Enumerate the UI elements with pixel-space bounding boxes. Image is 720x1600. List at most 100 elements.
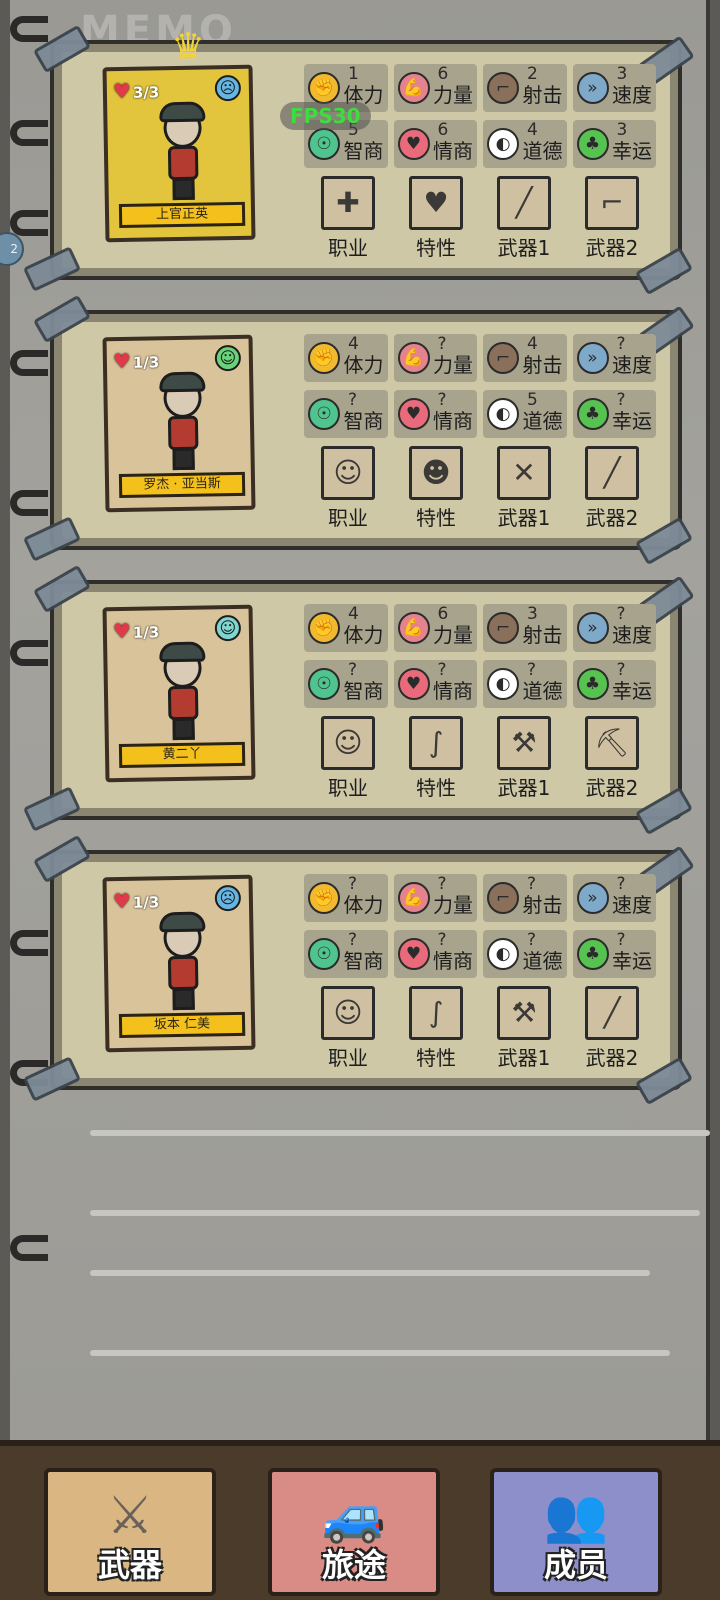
stat-clover[interactable]: ♣? 幸运 xyxy=(572,390,656,438)
notebook-ring xyxy=(10,120,48,146)
equipment-slot[interactable]: ♥ 特性 xyxy=(392,176,480,261)
clover-icon: ♣ xyxy=(576,128,609,160)
heart-icon: ♥ xyxy=(112,618,132,644)
clover-icon: ♣ xyxy=(576,398,609,430)
arm-icon: ∫ xyxy=(409,986,463,1040)
stat-flexed-bicep[interactable]: 💪 6 力量 xyxy=(393,604,477,652)
stat-brain[interactable]: ☉? 智商 xyxy=(304,930,388,978)
muscle-arm-icon: ✊ xyxy=(308,612,340,644)
equipment-slot[interactable]: ╱ 武器2 xyxy=(568,446,656,531)
stat-mask[interactable]: ◐ 5 道德 xyxy=(483,390,567,438)
equipment-label: 特性 xyxy=(416,506,456,530)
stat-pistol[interactable]: ⌐ 2 射击 xyxy=(483,64,567,112)
character-card[interactable]: ♥ 1/3 ☹ 坂本 仁美 ✊? 体力 💪? 力量 ⌐? 射击»? 速度 ☉? 智商 ♥? 情商 ◐? 道德 ♣?… xyxy=(22,834,695,1106)
character-card[interactable]: ♛ ♥ 3/3 ☹ 上官正英 ✊ 1 体力 💪 6 力量 ⌐ 2 射击» 3 速度 ☉ 5 智商 ♥ 6 情商 ◐ 4 道德 ♣ 3… xyxy=(22,25,695,296)
stat-heart[interactable]: ♥? 情商 xyxy=(393,390,477,438)
equipment-slot[interactable]: ⚒ 武器1 xyxy=(480,986,568,1071)
heart-icon: ♥ xyxy=(397,938,430,970)
stat-clover[interactable]: ♣ 3 幸运 xyxy=(572,120,656,168)
equipment-label: 职业 xyxy=(328,776,368,800)
stat-heart[interactable]: ♥ 6 情商 xyxy=(393,120,477,168)
stat-heart[interactable]: ♥? 情商 xyxy=(393,660,477,708)
mood-ok-icon: ☺ xyxy=(214,344,242,372)
equipment-slot[interactable]: ∫ 特性 xyxy=(392,986,480,1071)
muscle-arm-icon: ✊ xyxy=(308,72,340,104)
nav-weapons-button[interactable]: ⚔ 武器 xyxy=(44,1468,216,1596)
stat-speed-boot[interactable]: »? 速度 xyxy=(572,334,656,382)
stat-row: ✊ 4 体力 💪 6 力量 ⌐ 3 射击»? 速度 xyxy=(304,604,656,652)
crossbow-icon: ✕ xyxy=(497,446,551,500)
equipment-slot[interactable]: ✚ 职业 xyxy=(304,176,392,261)
heart-icon: ♥ xyxy=(397,668,430,700)
equipment-row: ☺ 职业 ☻ 特性 ✕ 武器1 ╱ 武器2 xyxy=(304,446,656,531)
flexed-bicep-icon: 💪 xyxy=(397,612,430,644)
stat-brain[interactable]: ☉? 智商 xyxy=(304,660,388,708)
stat-muscle-arm[interactable]: ✊? 体力 xyxy=(304,874,388,922)
equipment-slot[interactable]: ☺ 职业 xyxy=(304,986,392,1071)
character-portrait[interactable]: ♥ 1/3 ☺ 罗杰 · 亚当斯 xyxy=(102,334,256,513)
character-sprite xyxy=(155,641,209,743)
equipment-row: ☺ 职业 ∫ 特性 ⚒ 武器1 ⛏ 武器2 xyxy=(304,716,656,801)
equipment-slot[interactable]: ☺ 职业 xyxy=(304,716,392,801)
hp-indicator: ♥ 1/3 xyxy=(113,888,160,913)
hp-indicator: ♥ 3/3 xyxy=(113,78,160,103)
clover-icon: ♣ xyxy=(576,938,609,970)
blade-icon: ╱ xyxy=(585,446,639,500)
stats-panel: ✊ 1 体力 💪 6 力量 ⌐ 2 射击» 3 速度 ☉ 5 智商 ♥ 6 情商 ◐ 4 道德 ♣ 3 幸运 ✚ 职业 ♥ 特性 ╱ 武… xyxy=(304,64,656,261)
equipment-slot[interactable]: ⌐ 武器2 xyxy=(568,176,656,261)
character-card[interactable]: ♥ 1/3 ☺ 黄二丫 ✊ 4 体力 💪 6 力量 ⌐ 3 射击»? 速度 ☉? 智商 ♥? 情商 ◐? 道德 ♣? 幸运… xyxy=(22,564,695,836)
equipment-slot[interactable]: ☺ 职业 xyxy=(304,446,392,531)
nav-journey-button[interactable]: 🚙 旅途 xyxy=(268,1468,440,1596)
stat-muscle-arm[interactable]: ✊ 4 体力 xyxy=(304,604,388,652)
character-portrait[interactable]: ♥ 1/3 ☹ 坂本 仁美 xyxy=(102,874,256,1053)
stat-flexed-bicep[interactable]: 💪 6 力量 xyxy=(393,64,477,112)
stat-mask[interactable]: ◐? 道德 xyxy=(483,660,567,708)
equipment-slot[interactable]: ⛏ 武器2 xyxy=(568,716,656,801)
stat-row: ✊? 体力 💪? 力量 ⌐? 射击»? 速度 xyxy=(304,874,656,922)
character-card[interactable]: ♥ 1/3 ☺ 罗杰 · 亚当斯 ✊ 4 体力 💪? 力量 ⌐ 4 射击»? 速度 ☉? 智商 ♥? 情商 ◐ 5 道… xyxy=(22,294,695,566)
stat-clover[interactable]: ♣? 幸运 xyxy=(572,660,656,708)
stat-label: 智商 xyxy=(343,679,384,703)
stat-row: ☉? 智商 ♥? 情商 ◐ 5 道德 ♣? 幸运 xyxy=(304,390,656,438)
mood-sad-icon: ☹ xyxy=(214,74,242,102)
equipment-slot[interactable]: ✕ 武器1 xyxy=(480,446,568,531)
equipment-slot[interactable]: ⚒ 武器1 xyxy=(480,716,568,801)
heart-icon: ♥ xyxy=(112,348,132,374)
equipment-slot[interactable]: ╱ 武器2 xyxy=(568,986,656,1071)
equipment-slot[interactable]: ∫ 特性 xyxy=(392,716,480,801)
equipment-label: 特性 xyxy=(416,776,456,800)
stat-mask[interactable]: ◐ 4 道德 xyxy=(483,120,567,168)
stat-brain[interactable]: ☉? 智商 xyxy=(304,390,388,438)
equipment-slot[interactable]: ☻ 特性 xyxy=(392,446,480,531)
character-sprite xyxy=(155,371,209,473)
stat-pistol[interactable]: ⌐ 4 射击 xyxy=(483,334,567,382)
stat-speed-boot[interactable]: » 3 速度 xyxy=(572,64,656,112)
mask-icon: ◐ xyxy=(487,938,519,970)
stat-pistol[interactable]: ⌐? 射击 xyxy=(483,874,567,922)
stat-flexed-bicep[interactable]: 💪? 力量 xyxy=(393,334,477,382)
stat-flexed-bicep[interactable]: 💪? 力量 xyxy=(393,874,477,922)
character-portrait[interactable]: ♥ 1/3 ☺ 黄二丫 xyxy=(102,604,256,783)
stat-clover[interactable]: ♣? 幸运 xyxy=(572,930,656,978)
wrench-icon: ⚒ xyxy=(497,986,551,1040)
equipment-slot[interactable]: ╱ 武器1 xyxy=(480,176,568,261)
stat-label: 幸运 xyxy=(612,139,652,163)
stat-pistol[interactable]: ⌐ 3 射击 xyxy=(483,604,567,652)
stat-muscle-arm[interactable]: ✊ 4 体力 xyxy=(304,334,388,382)
stat-heart[interactable]: ♥? 情商 xyxy=(393,930,477,978)
stat-speed-boot[interactable]: »? 速度 xyxy=(572,874,656,922)
nav-members-button[interactable]: 👥 成员 xyxy=(490,1468,662,1596)
crown-icon: ♛ xyxy=(170,24,206,70)
character-portrait[interactable]: ♛ ♥ 3/3 ☹ 上官正英 xyxy=(102,25,256,243)
stat-label: 情商 xyxy=(433,409,473,433)
flexed-bicep-icon: 💪 xyxy=(397,72,430,104)
stat-mask[interactable]: ◐? 道德 xyxy=(483,930,567,978)
clover-icon: ♣ xyxy=(576,668,609,700)
equipment-label: 武器1 xyxy=(497,506,551,530)
stat-label: 幸运 xyxy=(612,409,652,433)
stat-speed-boot[interactable]: »? 速度 xyxy=(572,604,656,652)
nurse-icon: ✚ xyxy=(321,176,375,230)
stat-row: ✊ 4 体力 💪? 力量 ⌐ 4 射击»? 速度 xyxy=(304,334,656,382)
equipment-label: 职业 xyxy=(328,506,368,530)
muscle-arm-icon: ✊ xyxy=(308,882,340,914)
